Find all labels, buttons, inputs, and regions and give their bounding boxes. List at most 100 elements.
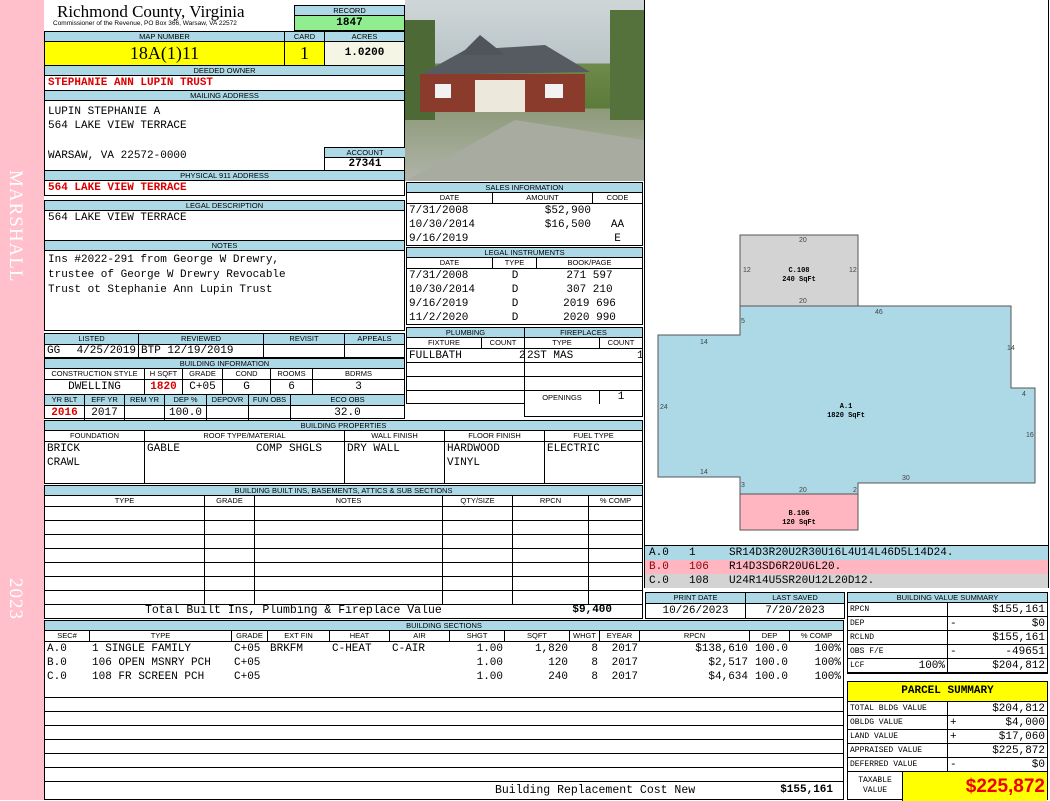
parcel-label: LAND VALUE: [848, 730, 948, 743]
tax-year: 2023: [5, 578, 26, 620]
sections-col: TYPE: [90, 631, 232, 641]
sketch-area-label: C.108: [788, 267, 809, 275]
legal-box: LEGAL DESCRIPTION 564 LAKE VIEW TERRACE: [44, 200, 405, 241]
bvs-value-cell: $155,161: [948, 631, 1047, 644]
col-roof: ROOF TYPE/MATERIAL: [145, 431, 345, 441]
print-date-label: PRINT DATE: [646, 593, 746, 603]
sketch-dimension: 20: [799, 237, 807, 244]
parcel-value: $17,060: [998, 731, 1045, 743]
taxable-label: TAXABLE VALUE: [848, 772, 903, 801]
table-cell: A.0: [47, 643, 67, 655]
bvs-label-cell: RCLND: [848, 631, 948, 644]
map-number-label: MAP NUMBER: [45, 32, 284, 42]
sketch-dimension: 14: [700, 339, 708, 346]
parcel-value: $0: [1031, 759, 1045, 771]
col-date: DATE: [407, 258, 493, 268]
table-row: [45, 535, 642, 549]
building-info-value: [125, 406, 165, 420]
table-cell: $2,517: [708, 657, 748, 669]
sections-col: HEAT: [330, 631, 390, 641]
col-fixture: FIXTURE: [407, 338, 482, 348]
building-info-col: REM YR: [125, 395, 165, 405]
table-cell: 100%: [814, 671, 841, 683]
listed-by: GG: [47, 345, 61, 357]
table-cell: [390, 670, 450, 684]
table-cell: 100.0: [754, 657, 788, 669]
side-strip: MARSHALL 2023: [0, 0, 44, 800]
legend-cell: A.0: [649, 547, 669, 559]
card-number: 1: [285, 42, 324, 65]
bvs-label: OBS F/E: [850, 647, 884, 656]
sketch-legend: A.0 1 SR14D3R20U2R30U16L4U14L46D5L14D24. B.…: [644, 545, 1049, 588]
sales-label: SALES INFORMATION: [407, 183, 642, 193]
table-cell: $52,900: [544, 205, 591, 217]
sketch-dimension: 46: [875, 309, 883, 316]
bvs-label-cell: LCF 100%: [848, 659, 948, 672]
table-cell: 8: [591, 671, 598, 683]
bvs-percent: 100%: [918, 660, 945, 672]
table-row: 7/31/2008 D 271 597: [407, 269, 642, 283]
table-cell: [45, 577, 205, 590]
parcel-label: TOTAL BLDG VALUE: [848, 702, 948, 715]
legend-row: B.0 106 R14D3SD6R20U6L20.: [645, 560, 1048, 574]
col-type: TYPE: [525, 338, 600, 348]
table-row: [45, 740, 843, 754]
notes-box: NOTES Ins #2022-291 from George W Drewry…: [44, 240, 405, 331]
parcel-row: DEFERRED VALUE - $0: [848, 758, 1047, 772]
table-cell: 240: [548, 671, 568, 683]
roof-material: COMP SHGLS: [255, 443, 322, 455]
floor-finish-2: VINYL: [447, 457, 481, 469]
bvs-row: RCLND $155,161: [848, 631, 1047, 645]
sections-col: SHGT: [450, 631, 505, 641]
table-cell: C.0: [47, 671, 67, 683]
table-cell: [513, 507, 589, 520]
table-row: [45, 698, 843, 712]
table-cell: [255, 591, 443, 604]
sections-col: WHGT: [570, 631, 600, 641]
table-cell: 100%: [814, 657, 841, 669]
bvs-label: DEP: [850, 619, 865, 628]
table-cell: [205, 577, 255, 590]
building-sketch: 20 12 12 20 46 5 14 14 4 24 16 14 30 3 20 2 A.1 1820 SqFt…: [644, 0, 1049, 545]
listed-label: LISTED: [45, 334, 139, 344]
plumbing-label: PLUMBING: [407, 328, 524, 338]
table-cell: [45, 549, 205, 562]
physical-label: PHYSICAL 911 ADDRESS: [45, 171, 404, 181]
table-cell: [330, 656, 390, 670]
sketch-dimension: 20: [799, 298, 807, 305]
openings-count: 1: [617, 391, 625, 403]
building-info-col: DEPOVR: [207, 395, 249, 405]
building-info-value: 100.0: [165, 406, 207, 420]
office-address: Commissioner of the Revenue, PO Box 366,…: [53, 20, 237, 27]
table-cell: [513, 591, 589, 604]
table-cell: 8: [591, 643, 598, 655]
building-info-value: [207, 406, 249, 420]
table-cell: 1.00: [476, 671, 503, 683]
instruments-label: LEGAL INSTRUMENTS: [407, 248, 642, 258]
table-cell: [493, 232, 593, 246]
table-cell: [443, 535, 513, 548]
table-cell: [443, 507, 513, 520]
fixture-type: FULLBATH: [409, 350, 462, 362]
legend-row: A.0 1 SR14D3R20U2R30U16L4U14L46D5L14D24.: [645, 546, 1048, 560]
legend-cell: C.0: [649, 575, 669, 587]
building-info-col: CONSTRUCTION STYLE: [45, 369, 145, 379]
bvs-value: $155,161: [992, 604, 1045, 616]
col-count: COUNT: [607, 338, 635, 347]
sketch-dimension: 4: [1022, 391, 1026, 398]
builtins-col: NOTES: [255, 496, 443, 506]
owner-box: DEEDED OWNER STEPHANIE ANN LUPIN TRUST: [44, 65, 405, 91]
table-cell: [205, 591, 255, 604]
wall-finish: DRY WALL: [347, 443, 400, 455]
table-cell: 9/16/2019: [409, 298, 469, 310]
table-cell: [268, 670, 330, 684]
table-cell: D: [511, 312, 519, 324]
legend-cell: 1: [689, 547, 696, 559]
county-title: Richmond County, Virginia: [57, 2, 245, 21]
building-info-value: 2017: [85, 406, 125, 420]
builtins-col: GRADE: [205, 496, 255, 506]
table-row: [45, 549, 642, 563]
parcel-label: OBLDG VALUE: [848, 716, 948, 729]
table-cell: 1,820: [534, 643, 568, 655]
parcel-label: DEFERRED VALUE: [848, 758, 948, 771]
